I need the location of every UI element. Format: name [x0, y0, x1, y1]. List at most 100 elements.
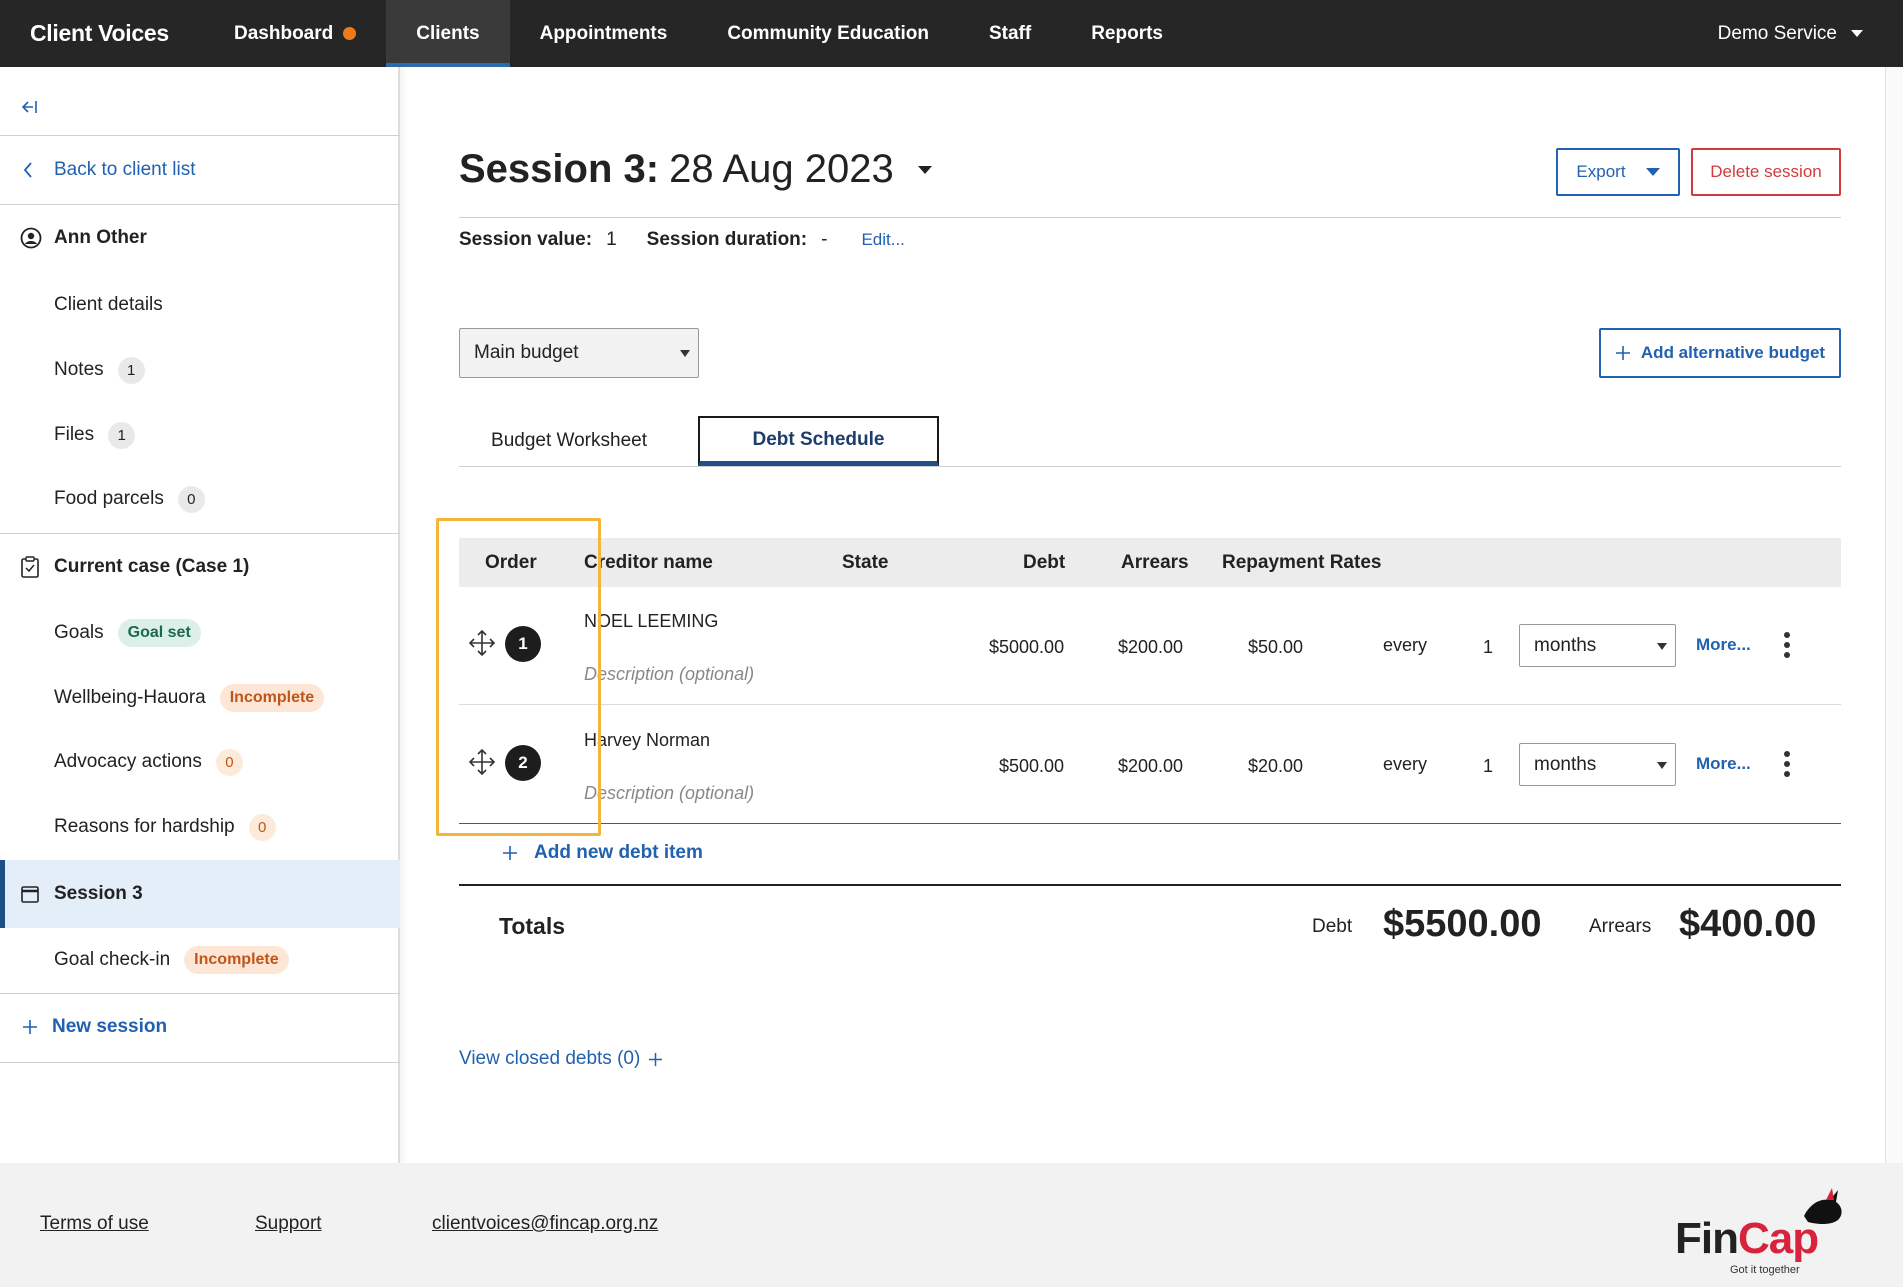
frequency-qty[interactable]: 1	[1483, 756, 1493, 777]
order-column-highlight	[436, 518, 601, 836]
frequency-qty[interactable]: 1	[1483, 637, 1493, 658]
service-selector[interactable]: Demo Service	[1718, 0, 1863, 67]
logo-text: FinCap	[1675, 1214, 1819, 1263]
totals-debt-value: $5500.00	[1383, 903, 1542, 945]
sidebar-item-food-parcels[interactable]: Food parcels 0	[0, 479, 400, 519]
budget-select-value: Main budget	[474, 342, 579, 363]
logo-tagline: Got it together	[1730, 1264, 1800, 1276]
sidebar-item-client-details[interactable]: Client details	[0, 285, 400, 325]
nav-appointments[interactable]: Appointments	[510, 0, 698, 67]
debt-amount[interactable]: $5000.00	[989, 637, 1064, 658]
add-alternative-budget-button[interactable]: Add alternative budget	[1599, 328, 1841, 378]
sidebar-client-name[interactable]: Ann Other	[0, 218, 400, 258]
delete-session-button[interactable]: Delete session	[1691, 148, 1841, 196]
user-circle-icon	[20, 227, 42, 249]
tab-budget-worksheet[interactable]: Budget Worksheet	[479, 416, 659, 466]
add-debt-item-button[interactable]: Add new debt item	[502, 842, 703, 864]
sidebar-item-wellbeing[interactable]: Wellbeing-Hauora Incomplete	[0, 678, 400, 718]
header-arrears[interactable]: Arrears	[1121, 538, 1189, 587]
period-select[interactable]: months	[1519, 743, 1676, 786]
fincap-logo[interactable]: FinCap Got it together	[1675, 1186, 1865, 1276]
repayment-rate[interactable]: $50.00	[1248, 637, 1303, 658]
email-link[interactable]: clientvoices@fincap.org.nz	[432, 1213, 658, 1235]
period-select-value: months	[1534, 753, 1597, 775]
session-value-label: Session value:	[459, 229, 593, 250]
sidebar-item-notes[interactable]: Notes 1	[0, 350, 400, 390]
page-scrollbar[interactable]	[1885, 67, 1903, 1163]
nav-dashboard[interactable]: Dashboard	[204, 0, 386, 67]
session-label: Session 3	[54, 883, 143, 904]
every-label: every	[1383, 635, 1428, 655]
creditor-name[interactable]: NOEL LEEMING	[584, 611, 718, 632]
nav-staff[interactable]: Staff	[959, 0, 1061, 67]
export-button[interactable]: Export	[1556, 148, 1680, 196]
wellbeing-label: Wellbeing-Hauora	[54, 687, 206, 708]
goals-label: Goals	[54, 622, 104, 643]
nav-community-education[interactable]: Community Education	[697, 0, 959, 67]
session-title[interactable]: Session 3: 28 Aug 2023	[459, 147, 932, 192]
nav-staff-label: Staff	[988, 22, 1032, 44]
new-session-button[interactable]: New session	[0, 1007, 400, 1047]
nav-clients[interactable]: Clients	[386, 0, 510, 67]
header-creditor[interactable]: Creditor name	[584, 538, 713, 587]
nav-appointments-label: Appointments	[539, 22, 668, 44]
row-actions-menu-icon[interactable]	[1784, 632, 1790, 658]
header-debt[interactable]: Debt	[1023, 538, 1065, 587]
edit-session-link[interactable]: Edit...	[861, 230, 904, 250]
dropdown-arrow-icon	[680, 350, 690, 357]
support-link[interactable]: Support	[255, 1213, 322, 1235]
tab-debt-schedule-label: Debt Schedule	[752, 428, 885, 450]
description-input[interactable]: Description (optional)	[584, 664, 754, 685]
totals-arrears-label: Arrears	[1589, 916, 1652, 937]
debt-amount[interactable]: $500.00	[999, 756, 1064, 777]
period-select[interactable]: months	[1519, 624, 1676, 667]
row-actions-menu-icon[interactable]	[1784, 751, 1790, 777]
add-alternative-budget-label: Add alternative budget	[1640, 343, 1826, 362]
delete-session-label: Delete session	[1710, 162, 1822, 181]
food-parcels-label: Food parcels	[54, 488, 164, 509]
description-input[interactable]: Description (optional)	[584, 783, 754, 804]
session-meta: Session value: 1 Session duration: - Edi…	[459, 229, 905, 251]
sidebar-item-goals[interactable]: Goals Goal set	[0, 613, 400, 653]
sidebar-item-files[interactable]: Files 1	[0, 415, 400, 455]
view-closed-debts-link[interactable]: View closed debts (0)	[459, 1048, 663, 1070]
sidebar-item-session[interactable]: Session 3	[0, 860, 400, 928]
budget-select[interactable]: Main budget	[459, 328, 699, 378]
app-brand[interactable]: Client Voices	[0, 20, 204, 47]
more-link[interactable]: More...	[1696, 635, 1751, 655]
header-state[interactable]: State	[842, 538, 888, 587]
client-details-label: Client details	[54, 294, 163, 315]
advocacy-count-badge: 0	[215, 748, 243, 776]
sidebar-item-hardship[interactable]: Reasons for hardship 0	[0, 807, 400, 847]
collapse-sidebar-button[interactable]	[0, 87, 400, 127]
calendar-icon	[21, 886, 39, 903]
period-select-value: months	[1534, 634, 1597, 656]
arrears-amount[interactable]: $200.00	[1118, 756, 1183, 777]
repayment-rate[interactable]: $20.00	[1248, 756, 1303, 777]
sidebar-item-advocacy[interactable]: Advocacy actions 0	[0, 742, 400, 782]
more-link[interactable]: More...	[1696, 754, 1751, 774]
hardship-count-badge: 0	[248, 813, 276, 841]
nav-community-education-label: Community Education	[727, 22, 929, 44]
export-label: Export	[1576, 162, 1626, 181]
header-repayment[interactable]: Repayment Rates	[1222, 538, 1381, 587]
sidebar-current-case[interactable]: Current case (Case 1)	[0, 547, 400, 587]
chevron-down-icon	[1851, 30, 1863, 37]
notes-count-badge: 1	[117, 356, 145, 384]
session-title-prefix: Session 3:	[459, 147, 660, 191]
tab-debt-schedule[interactable]: Debt Schedule	[698, 416, 939, 466]
creditor-name[interactable]: Harvey Norman	[584, 730, 710, 751]
plus-icon	[1615, 346, 1630, 360]
view-closed-debts-label: View closed debts (0)	[459, 1048, 641, 1069]
nav-reports[interactable]: Reports	[1061, 0, 1193, 67]
sidebar-item-goal-checkin[interactable]: Goal check-in Incomplete	[0, 940, 400, 980]
files-label: Files	[54, 424, 95, 445]
nav-reports-label: Reports	[1091, 22, 1163, 44]
back-to-client-list[interactable]: Back to client list	[0, 150, 400, 190]
chevron-down-icon	[917, 165, 932, 174]
session-duration-label: Session duration:	[646, 229, 808, 250]
terms-link[interactable]: Terms of use	[40, 1213, 149, 1235]
arrears-amount[interactable]: $200.00	[1118, 637, 1183, 658]
dropdown-arrow-icon	[1657, 642, 1667, 650]
every-label: every	[1383, 754, 1428, 774]
